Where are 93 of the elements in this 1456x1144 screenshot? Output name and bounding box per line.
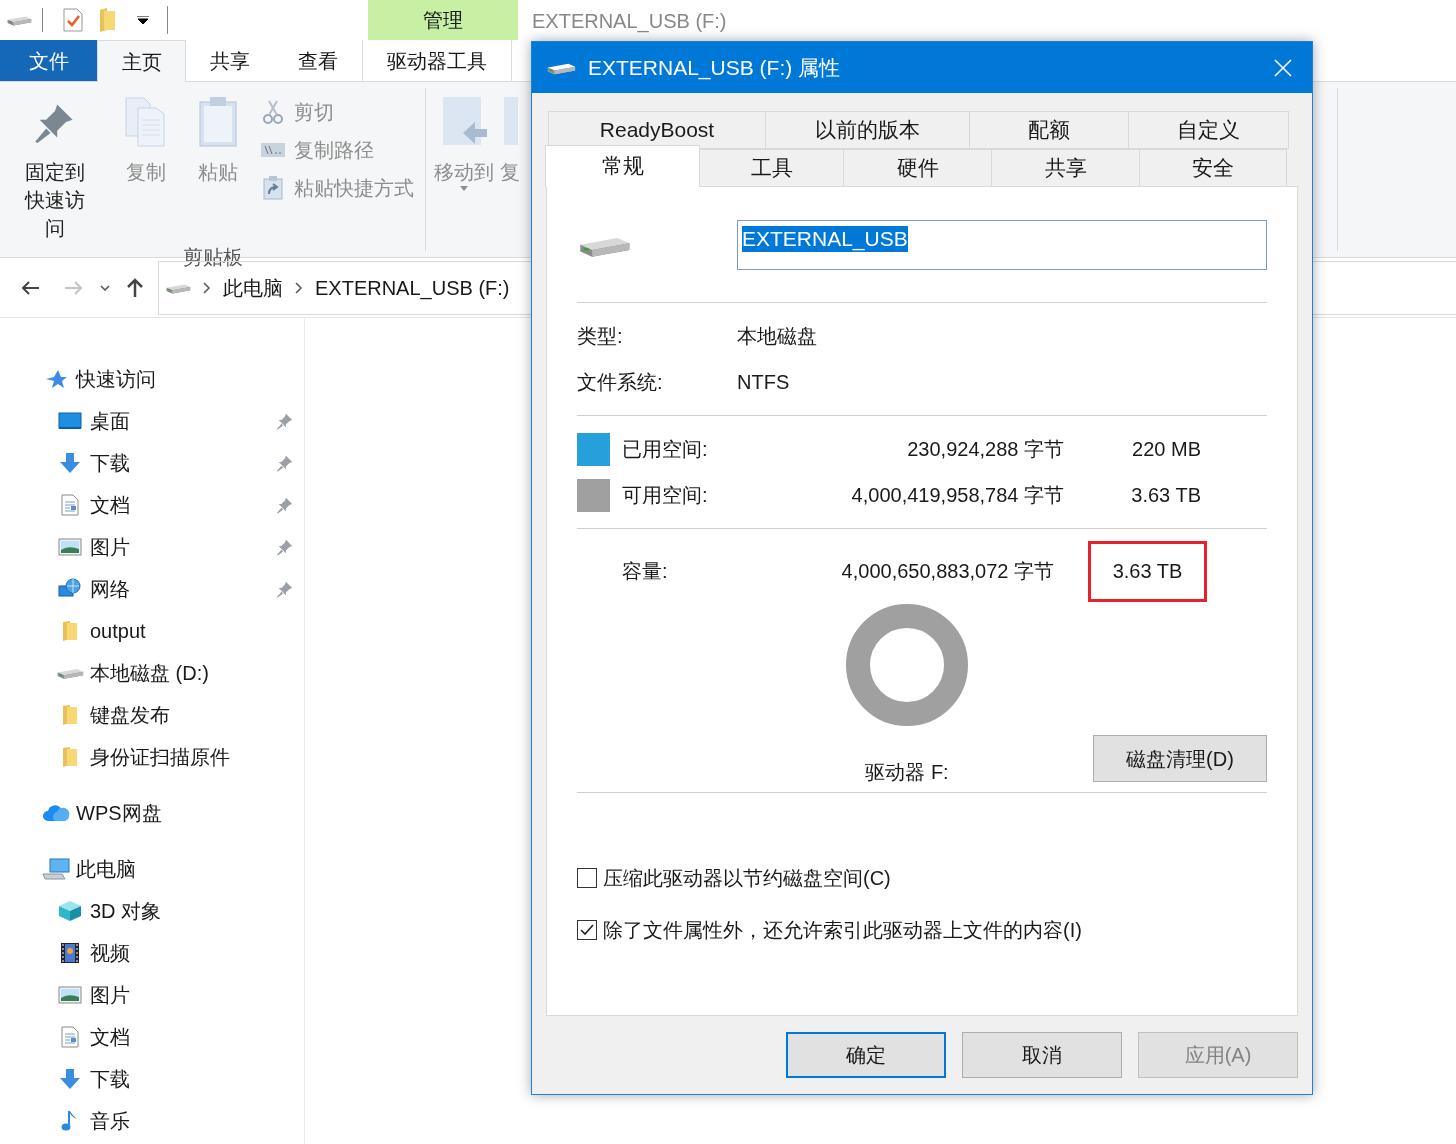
nav-item[interactable]: 文档 — [90, 490, 270, 520]
down-arrow-icon — [59, 1068, 81, 1090]
field-value: NTFS — [737, 370, 790, 395]
ribbon-button[interactable]: 固定到快速访问 — [0, 96, 110, 242]
drive-icon — [6, 14, 32, 26]
nav-item[interactable]: 下载 — [90, 448, 270, 478]
up-arrow-icon — [126, 277, 144, 298]
folder-icon — [61, 746, 79, 768]
nav-item[interactable]: 视频 — [90, 938, 294, 968]
checkbox[interactable] — [577, 920, 597, 940]
nav-item[interactable]: 文档 — [90, 1022, 294, 1052]
forward-arrow-icon — [64, 279, 84, 296]
checkbox-label: 压缩此驱动器以节约磁盘空间(C) — [603, 866, 891, 891]
nav-item[interactable]: 3D 对象 — [90, 896, 294, 926]
dialog-tab[interactable]: ReadyBoost — [548, 111, 766, 149]
nav-item[interactable]: 此电脑 — [76, 854, 136, 884]
dialog-button[interactable]: 取消 — [962, 1032, 1122, 1078]
nav-item[interactable]: 桌面 — [90, 406, 270, 436]
field-label: 类型: — [577, 324, 624, 349]
path-icon — [261, 143, 285, 157]
field-label: 文件系统: — [577, 370, 664, 395]
field-label: 容量: — [621, 559, 669, 584]
nav-item[interactable]: 音乐 — [90, 1106, 294, 1136]
nav-item[interactable]: 图片 — [90, 980, 294, 1010]
checklist-icon — [63, 8, 83, 32]
down-arrow-icon — [59, 452, 81, 474]
ribbon-tab[interactable]: 主页 — [97, 40, 186, 82]
copy-icon — [124, 96, 168, 148]
folder-icon — [61, 704, 79, 726]
nav-item[interactable]: 图片 — [90, 532, 270, 562]
size-value: 3.63 TB — [1130, 483, 1201, 508]
field-value: 本地磁盘 — [737, 324, 817, 349]
monitor-icon — [58, 412, 82, 430]
folder-icon — [61, 620, 79, 642]
name-field[interactable]: EXTERNAL_USB — [737, 219, 1267, 270]
checkbox-label: 除了文件属性外，还允许索引此驱动器上文件的内容(I) — [603, 918, 1082, 943]
size-value: 220 MB — [1131, 437, 1201, 462]
checkbox[interactable] — [577, 868, 597, 888]
disk-cleanup-button[interactable]: 磁盘清理(D) — [1093, 735, 1267, 782]
folder-icon — [99, 7, 117, 33]
computer-icon — [42, 858, 70, 880]
document-icon — [61, 1026, 79, 1048]
chevron-down-icon — [100, 284, 110, 291]
dialog-tab[interactable]: 自定义 — [1128, 111, 1289, 149]
scissors-icon — [263, 100, 283, 124]
shortcut-icon — [263, 176, 283, 200]
drive-icon — [56, 666, 84, 680]
dialog-tab[interactable]: 常规 — [545, 145, 700, 187]
copy-to-icon — [502, 96, 518, 148]
dialog-title: EXTERNAL_USB (F:) 属性 — [588, 54, 842, 82]
size-value: 3.63 TB — [1088, 540, 1207, 602]
checkmark-icon — [580, 924, 594, 936]
cloud-icon — [42, 804, 70, 822]
nav-item[interactable]: output — [90, 616, 294, 646]
caret-icon — [460, 186, 468, 191]
chevron-right-icon — [295, 281, 303, 294]
nav-item[interactable]: 网络 — [90, 574, 270, 604]
nav-item[interactable]: 键盘发布 — [90, 700, 294, 730]
star-icon — [45, 369, 67, 389]
dropdown-caret-icon — [137, 16, 149, 24]
dialog-tab[interactable]: 以前的版本 — [765, 111, 970, 149]
breadcrumb-item[interactable]: 此电脑 — [223, 272, 283, 303]
nav-item[interactable]: 身份证扫描原件 — [90, 742, 294, 772]
byte-count: 4,000,419,958,784 字节 — [850, 483, 1064, 508]
drive-icon — [165, 281, 191, 294]
nav-item[interactable]: 本地磁盘 (D:) — [90, 658, 294, 688]
byte-count: 230,924,288 字节 — [906, 437, 1064, 462]
landscape-icon — [58, 986, 82, 1004]
film-icon — [60, 942, 80, 964]
nav-item[interactable]: 下载 — [90, 1064, 294, 1094]
globe-monitor-icon — [58, 578, 82, 600]
field-label: 已用空间: — [622, 437, 709, 462]
ribbon-tab[interactable]: 驱动器工具 — [362, 40, 512, 81]
document-icon — [61, 494, 79, 516]
landscape-icon — [58, 538, 82, 556]
clipboard-icon — [198, 96, 238, 148]
byte-count: 4,000,650,883,072 字节 — [840, 559, 1054, 584]
dialog-tab[interactable]: 配额 — [969, 111, 1129, 149]
back-arrow-icon — [20, 279, 40, 296]
nav-item[interactable]: 快速访问 — [76, 364, 156, 394]
chevron-right-icon — [203, 281, 211, 294]
cube-icon — [58, 900, 82, 922]
nav-item[interactable]: WPS网盘 — [76, 798, 162, 828]
drive-label: 驱动器 F: — [865, 760, 949, 785]
context-tab-group-label: 管理 — [368, 0, 518, 40]
close-icon — [1274, 58, 1292, 77]
dialog-button[interactable]: 确定 — [786, 1032, 946, 1078]
window-title: EXTERNAL_USB (F:) — [532, 9, 727, 35]
dialog-tab[interactable]: 安全 — [1139, 149, 1287, 187]
move-icon — [441, 96, 487, 148]
breadcrumb-item[interactable]: EXTERNAL_USB (F:) — [315, 272, 510, 303]
field-label: 可用空间: — [622, 483, 709, 508]
ribbon-tab[interactable]: 文件 — [0, 40, 97, 81]
